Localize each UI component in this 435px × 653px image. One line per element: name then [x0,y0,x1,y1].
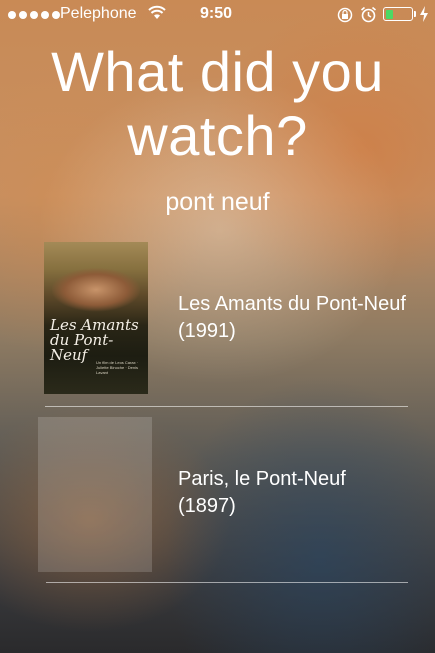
battery-icon [383,7,413,21]
search-query[interactable]: pont neuf [0,188,435,217]
status-bar: Pelephone 9:50 [0,0,435,30]
battery-level [385,9,393,19]
signal-strength-icon [8,11,60,19]
poster-title: Les Amants du Pont-Neuf [50,316,139,364]
clock-time: 9:50 [200,5,233,22]
movie-title: Les Amants du Pont-Neuf (1991) [178,293,406,342]
movie-poster: Les Amants du Pont-Neuf Un film de Leos … [44,242,148,394]
movie-title: Paris, le Pont-Neuf (1897) [178,468,346,517]
poster-placeholder [38,417,152,572]
poster-photo [52,260,140,314]
carrier-name: Pelephone [60,5,137,22]
result-item[interactable]: Les Amants du Pont-Neuf Un film de Leos … [0,240,435,407]
poster-credits: Un film de Leos Carax · Juliette Binoche… [96,360,139,375]
result-item[interactable]: Paris, le Pont-Neuf (1897) [0,410,435,584]
divider [45,406,408,407]
divider [46,582,408,583]
charging-bolt-icon [420,6,428,22]
rotation-lock-icon [337,7,353,23]
page-title: What did you watch? [51,40,384,167]
wifi-icon [148,5,166,19]
alarm-clock-icon [360,6,377,23]
app-screen: Pelephone 9:50 What did you watch? pont … [0,0,435,653]
battery-tip [414,11,416,17]
